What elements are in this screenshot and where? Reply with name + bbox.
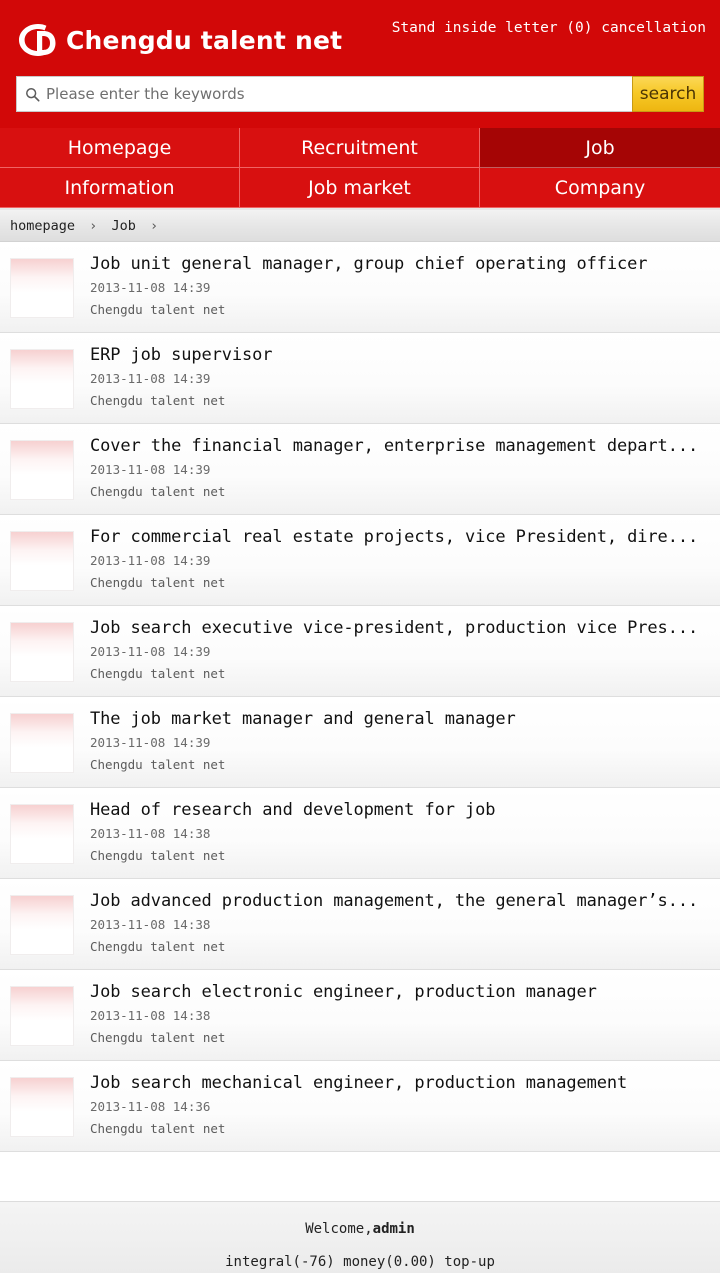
search-icon: [25, 87, 40, 102]
list-item-source: Chengdu talent net: [90, 484, 226, 499]
job-list: Job unit general manager, group chief op…: [0, 242, 720, 1152]
list-item-thumbnail: [10, 986, 74, 1046]
list-item-thumbnail: [10, 440, 74, 500]
breadcrumb-separator-trailing-icon: ›: [149, 218, 159, 234]
list-item-source: Chengdu talent net: [90, 1030, 226, 1045]
brand[interactable]: Chengdu talent net: [14, 10, 342, 62]
header-top-bar: Chengdu talent net Stand inside letter (…: [0, 0, 720, 62]
cd-monogram-logo-icon: [14, 18, 58, 62]
list-item-source: Chengdu talent net: [90, 666, 226, 681]
list-item[interactable]: ERP job supervisor 2013-11-08 14:39 Chen…: [0, 333, 720, 424]
list-item-source: Chengdu talent net: [90, 757, 226, 772]
list-item-body: Job advanced production management, the …: [74, 889, 710, 955]
list-item-body: Job unit general manager, group chief op…: [74, 252, 710, 318]
list-item[interactable]: Job unit general manager, group chief op…: [0, 242, 720, 333]
nav-item-recruitment[interactable]: Recruitment: [240, 128, 480, 168]
list-item-title[interactable]: Head of research and development for job: [90, 799, 710, 821]
list-item-thumbnail: [10, 1077, 74, 1137]
list-item-title[interactable]: Job search mechanical engineer, producti…: [90, 1072, 710, 1094]
list-item-source: Chengdu talent net: [90, 848, 226, 863]
list-item-source: Chengdu talent net: [90, 939, 226, 954]
list-item-thumbnail: [10, 349, 74, 409]
list-item-date: 2013-11-08 14:39: [90, 462, 211, 477]
list-item[interactable]: For commercial real estate projects, vic…: [0, 515, 720, 606]
site-header: Chengdu talent net Stand inside letter (…: [0, 0, 720, 128]
top-up-link[interactable]: top-up: [444, 1254, 495, 1270]
list-item-title[interactable]: Job search electronic engineer, producti…: [90, 981, 710, 1003]
list-item-title[interactable]: Job search executive vice-president, pro…: [90, 617, 710, 639]
list-item-body: Job search electronic engineer, producti…: [74, 980, 710, 1046]
list-item-date: 2013-11-08 14:36: [90, 1099, 211, 1114]
list-item-thumbnail: [10, 622, 74, 682]
nav-item-job-market[interactable]: Job market: [240, 168, 480, 208]
list-item-thumbnail: [10, 895, 74, 955]
nav-item-job[interactable]: Job: [480, 128, 720, 168]
search-button[interactable]: search: [632, 76, 704, 112]
list-item[interactable]: Job search electronic engineer, producti…: [0, 970, 720, 1061]
list-item[interactable]: Head of research and development for job…: [0, 788, 720, 879]
list-item-title[interactable]: The job market manager and general manag…: [90, 708, 710, 730]
search-box[interactable]: [16, 76, 632, 112]
list-item-thumbnail: [10, 713, 74, 773]
main-navigation: Homepage Recruitment Job Information Job…: [0, 128, 720, 210]
list-item-date: 2013-11-08 14:39: [90, 553, 211, 568]
list-item-body: Job search mechanical engineer, producti…: [74, 1071, 710, 1137]
cancellation-link[interactable]: cancellation: [601, 20, 706, 36]
list-item-date: 2013-11-08 14:39: [90, 735, 211, 750]
list-item-source: Chengdu talent net: [90, 575, 226, 590]
account-summary: integral(-76) money(0.00) top-up: [0, 1254, 720, 1270]
breadcrumb-item-homepage[interactable]: homepage: [10, 218, 75, 234]
nav-item-information[interactable]: Information: [0, 168, 240, 208]
list-item-date: 2013-11-08 14:38: [90, 1008, 211, 1023]
breadcrumb: homepage › Job ›: [0, 210, 720, 242]
money-value: money(0.00): [343, 1254, 436, 1270]
breadcrumb-separator-icon: ›: [89, 218, 98, 234]
welcome-label: Welcome,: [305, 1221, 373, 1237]
list-item-body: The job market manager and general manag…: [74, 707, 710, 773]
list-item-thumbnail: [10, 531, 74, 591]
integral-value: integral(-76): [225, 1254, 335, 1270]
search-bar: search: [16, 76, 704, 112]
list-item-date: 2013-11-08 14:39: [90, 371, 211, 386]
list-item-body: Head of research and development for job…: [74, 798, 710, 864]
list-item-body: For commercial real estate projects, vic…: [74, 525, 710, 591]
list-item-title[interactable]: Job unit general manager, group chief op…: [90, 253, 710, 275]
list-item-thumbnail: [10, 258, 74, 318]
list-item[interactable]: Cover the financial manager, enterprise …: [0, 424, 720, 515]
list-item-date: 2013-11-08 14:39: [90, 644, 211, 659]
list-item-body: Job search executive vice-president, pro…: [74, 616, 710, 682]
letter-count-badge: (0): [566, 20, 593, 36]
list-item-date: 2013-11-08 14:39: [90, 280, 211, 295]
list-item-date: 2013-11-08 14:38: [90, 917, 211, 932]
list-item-body: ERP job supervisor 2013-11-08 14:39 Chen…: [74, 343, 710, 409]
nav-item-company[interactable]: Company: [480, 168, 720, 208]
content-spacer: [0, 1152, 720, 1201]
breadcrumb-item-job[interactable]: Job: [111, 218, 135, 234]
stand-inside-letter-link[interactable]: Stand inside letter: [392, 20, 558, 36]
list-item[interactable]: Job search mechanical engineer, producti…: [0, 1061, 720, 1152]
list-item-date: 2013-11-08 14:38: [90, 826, 211, 841]
list-item-body: Cover the financial manager, enterprise …: [74, 434, 710, 500]
nav-item-homepage[interactable]: Homepage: [0, 128, 240, 168]
list-item-title[interactable]: For commercial real estate projects, vic…: [90, 526, 710, 548]
welcome-line: Welcome,admin: [0, 1221, 720, 1237]
list-item[interactable]: Job advanced production management, the …: [0, 879, 720, 970]
username: admin: [372, 1221, 415, 1237]
list-item[interactable]: The job market manager and general manag…: [0, 697, 720, 788]
list-item[interactable]: Job search executive vice-president, pro…: [0, 606, 720, 697]
header-links: Stand inside letter (0) cancellation: [392, 10, 706, 36]
list-item-source: Chengdu talent net: [90, 393, 226, 408]
list-item-title[interactable]: ERP job supervisor: [90, 344, 710, 366]
list-item-thumbnail: [10, 804, 74, 864]
brand-name: Chengdu talent net: [66, 25, 343, 55]
list-item-title[interactable]: Job advanced production management, the …: [90, 890, 710, 912]
list-item-source: Chengdu talent net: [90, 1121, 226, 1136]
site-footer: Welcome,admin integral(-76) money(0.00) …: [0, 1201, 720, 1273]
list-item-title[interactable]: Cover the financial manager, enterprise …: [90, 435, 710, 457]
list-item-source: Chengdu talent net: [90, 302, 226, 317]
search-input[interactable]: [46, 79, 624, 109]
